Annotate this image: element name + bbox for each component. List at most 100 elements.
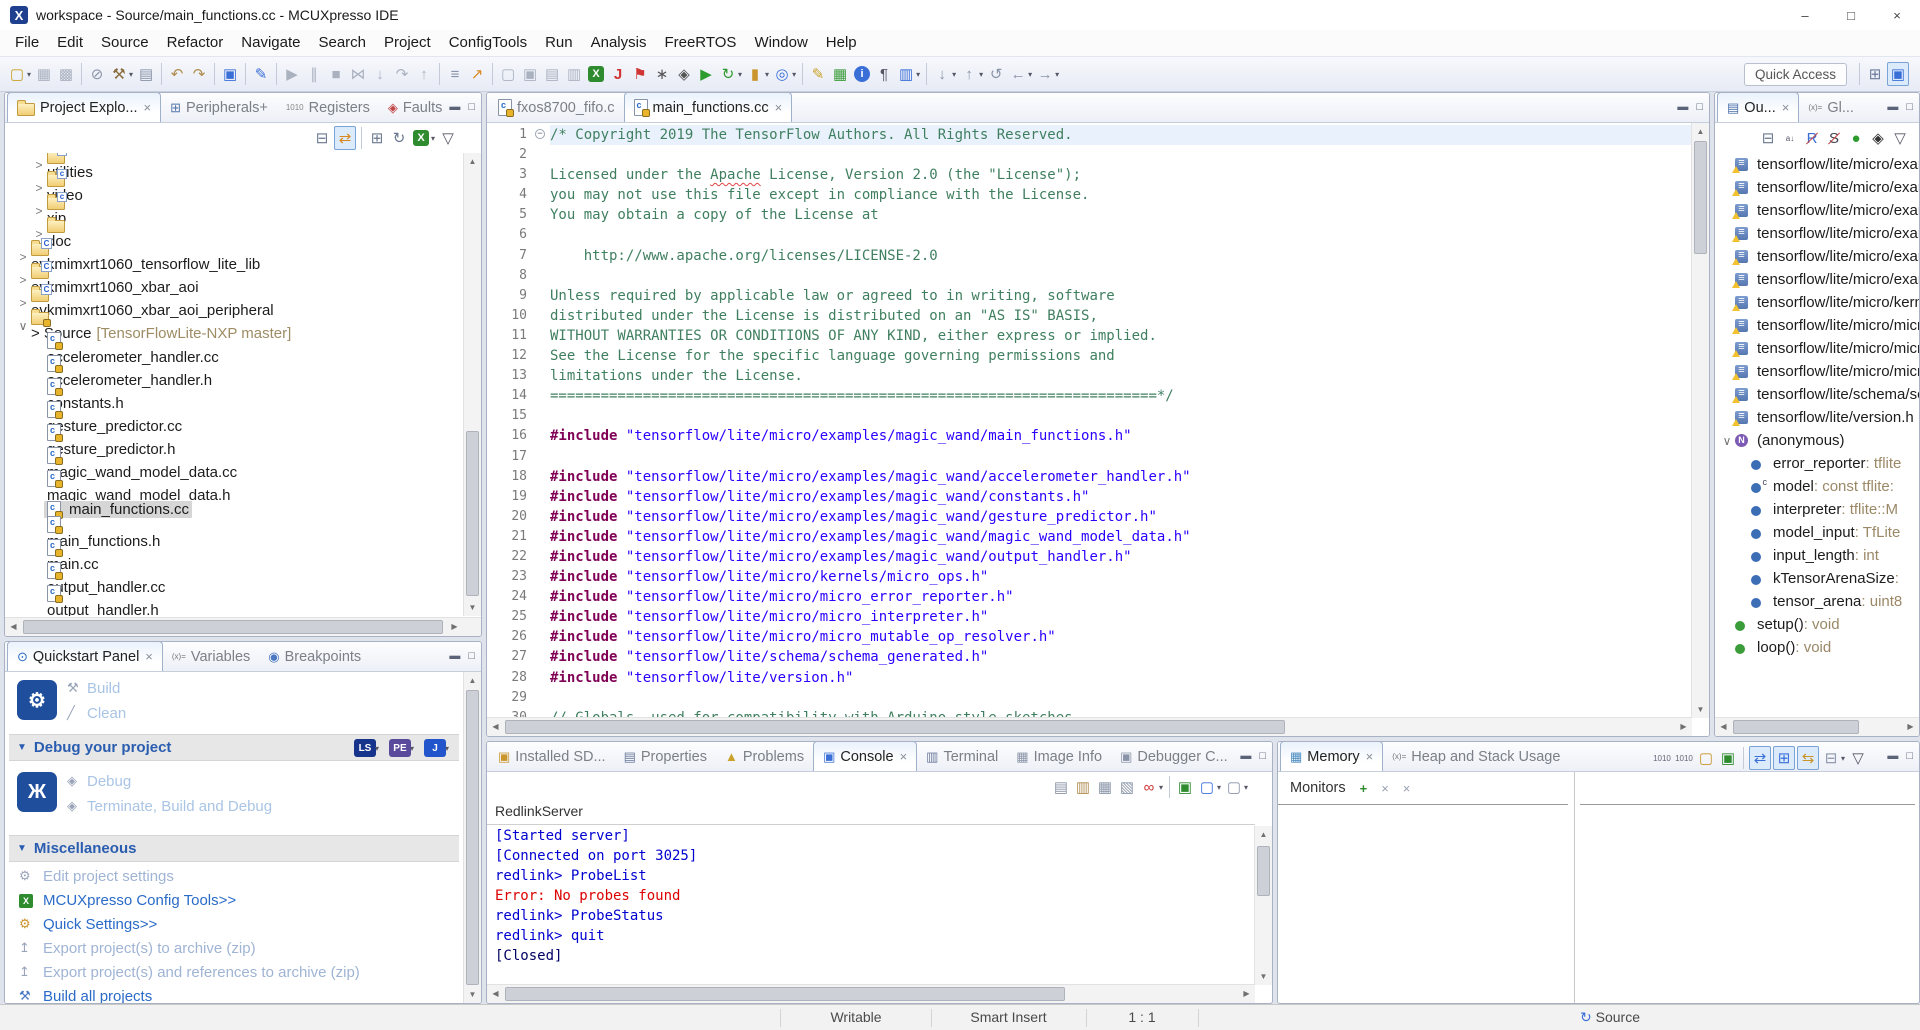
display-selected-icon[interactable]: ▣	[1175, 776, 1195, 798]
link-icon[interactable]: ▥	[564, 63, 584, 85]
menu-help[interactable]: Help	[817, 30, 866, 56]
close-tab-icon[interactable]: ×	[775, 100, 783, 115]
menu-file[interactable]: File	[6, 30, 48, 56]
outline-item-tensorflow-lite-micro-examples-magic-wand-output-handler-h[interactable]: tensorflow/lite/micro/examples/magic_wan…	[1715, 268, 1919, 291]
outline-item-tensorflow-lite-micro-examples-magic-wand-main-functions-h[interactable]: tensorflow/lite/micro/examples/magic_wan…	[1715, 153, 1919, 176]
menu-window[interactable]: Window	[745, 30, 816, 56]
outline-horizontal-scrollbar[interactable]: ◀ ▶	[1715, 717, 1919, 736]
close-tab-icon[interactable]: ×	[144, 100, 152, 115]
quickstart-item-quick-settings[interactable]: ⚙Quick Settings>>	[19, 913, 157, 935]
focus-view-icon[interactable]: ⊞	[367, 127, 387, 149]
instruction-stepping-icon[interactable]: ≡	[445, 63, 465, 85]
display-console-icon-dropdown[interactable]: ▾	[1217, 783, 1221, 792]
tab-gl[interactable]: (x)=Gl...	[1799, 93, 1863, 122]
close-tab-icon[interactable]: ×	[1782, 100, 1790, 115]
view-menu-icon[interactable]: ▽	[1848, 747, 1868, 769]
chevron-icon[interactable]: >	[31, 204, 47, 218]
tab-faults[interactable]: ◈Faults	[379, 93, 452, 122]
redo-icon[interactable]: ↷	[189, 63, 209, 85]
maximize-view-icon[interactable]: □	[468, 650, 475, 662]
layout-icon-dropdown[interactable]: ▾	[1841, 754, 1845, 763]
outline-item-tensorflow-lite-micro-micro-mutable-op-resolver-h[interactable]: tensorflow/lite/micro/micro_mutable_op_r…	[1715, 360, 1919, 383]
tab-peripherals[interactable]: ⊞Peripherals+	[161, 93, 277, 122]
tree-item-output-handler-h[interactable]: output_handler.h	[5, 590, 463, 613]
outline-item-tensorflow-lite-micro-kernels-micro-ops-h[interactable]: tensorflow/lite/micro/kernels/micro_ops.…	[1715, 291, 1919, 314]
link-monitors-icon[interactable]: ⇄	[1749, 746, 1771, 770]
menu-analysis[interactable]: Analysis	[582, 30, 656, 56]
search-icon[interactable]: ◎	[772, 63, 792, 85]
collapse-all-icon[interactable]: ⊟	[312, 127, 332, 149]
outline-item-error-reporter[interactable]: error_reporter : tflite	[1715, 452, 1919, 475]
minimize-view-icon[interactable]: ▬	[1887, 101, 1898, 113]
outline-item-setup[interactable]: setup() : void	[1715, 613, 1919, 636]
view-menu-icon[interactable]: ▽	[1890, 127, 1910, 149]
whitespace-icon[interactable]: ¶	[874, 63, 894, 85]
binary-icon[interactable]: ▤	[136, 63, 156, 85]
debug-section-header[interactable]: ▼ Debug your project LS▾PE▾J▾	[9, 734, 459, 761]
hide-non-public-icon[interactable]: ●	[1846, 127, 1866, 149]
forward-icon-dropdown[interactable]: ▾	[1055, 70, 1059, 79]
build-icon[interactable]: ⚒	[109, 63, 129, 85]
outline-item-ktensorarenasize[interactable]: kTensorArenaSize :	[1715, 567, 1919, 590]
terminate-icon[interactable]: ■	[326, 63, 346, 85]
copy-icon[interactable]: ▢	[498, 63, 518, 85]
gui-flash-icon[interactable]: ✎	[251, 63, 271, 85]
close-tab-icon[interactable]: ×	[900, 749, 908, 764]
probe-pe-button[interactable]: PE	[389, 739, 411, 757]
menu-source[interactable]: Source	[92, 30, 158, 56]
close-button[interactable]: ×	[1874, 0, 1920, 30]
outline-item-tensorflow-lite-schema-schema-generated-h[interactable]: tensorflow/lite/schema/schema_generated.…	[1715, 383, 1919, 406]
tab-heap-and-stack-usage[interactable]: (x)=Heap and Stack Usage	[1383, 742, 1569, 771]
chevron-icon[interactable]: >	[31, 181, 47, 195]
debug-big-icon[interactable]: Ж	[17, 772, 57, 812]
tab-project-explo[interactable]: Project Explo...×	[7, 92, 161, 122]
remove-launch-icon[interactable]: ▤	[1051, 776, 1071, 798]
close-tab-icon[interactable]: ×	[1366, 749, 1374, 764]
rtos-snow-icon[interactable]: ◈	[674, 63, 694, 85]
sort-icon[interactable]: a↓	[1780, 127, 1800, 149]
chevron-icon[interactable]: >	[15, 250, 31, 264]
export-memory-icon[interactable]: ▣	[1718, 747, 1738, 769]
back-icon-dropdown[interactable]: ▾	[1028, 70, 1032, 79]
project-tree[interactable]: >utilities>video>xip>doc>evkmimxrt1060_t…	[5, 153, 463, 616]
create-project-icon[interactable]: ⚙	[17, 680, 57, 720]
hide-static-icon[interactable]: S	[1824, 127, 1844, 149]
memory-split-divider[interactable]	[1574, 772, 1575, 1003]
tab-terminal[interactable]: ▥Terminal	[917, 742, 1007, 771]
pin-console-icon-dropdown[interactable]: ▾	[1159, 783, 1163, 792]
chevron-icon[interactable]: >	[15, 296, 31, 310]
link-sync-icon[interactable]: ⇆	[1797, 746, 1819, 770]
clear-console-icon[interactable]: ▦	[1095, 776, 1115, 798]
add-monitor-icon[interactable]: +	[1360, 781, 1368, 796]
maximize-view-icon[interactable]: □	[1696, 101, 1703, 113]
quickstart-item-export-project-s-and-references-to-archive-zip[interactable]: ↥Export project(s) and references to arc…	[19, 961, 360, 983]
editor-vertical-scrollbar[interactable]: ▲ ▼	[1691, 123, 1709, 718]
scroll-lock-icon[interactable]: ▧	[1117, 776, 1137, 798]
new-wizard-icon-dropdown[interactable]: ▾	[27, 70, 31, 79]
explorer-vertical-scrollbar[interactable]: ▲ ▼	[463, 153, 481, 616]
clone-icon[interactable]: ▤	[542, 63, 562, 85]
mark-occurrences-icon[interactable]: ✎	[808, 63, 828, 85]
sdk-console-icon[interactable]: ▣	[220, 63, 240, 85]
menu-refactor[interactable]: Refactor	[158, 30, 233, 56]
probe-ls-button[interactable]: LS	[354, 739, 376, 757]
paste-icon[interactable]: ▣	[520, 63, 540, 85]
tab-image-info[interactable]: ▦Image Info	[1007, 742, 1111, 771]
remove-all-monitors-icon[interactable]: ×	[1403, 781, 1411, 796]
tab-properties[interactable]: ▤Properties	[615, 742, 716, 771]
tab-ou[interactable]: ▤Ou...×	[1717, 92, 1799, 122]
quick-access-button[interactable]: Quick Access	[1744, 63, 1847, 86]
menu-search[interactable]: Search	[309, 30, 375, 56]
outline-item-model[interactable]: model : const tflite:	[1715, 475, 1919, 498]
back-icon[interactable]: ←	[1008, 63, 1028, 85]
block-select-icon-dropdown[interactable]: ▾	[916, 70, 920, 79]
outline-item-interpreter[interactable]: interpreter : tflite::M	[1715, 498, 1919, 521]
outline-item-tensorflow-lite-version-h[interactable]: tensorflow/lite/version.h	[1715, 406, 1919, 429]
menu-run[interactable]: Run	[536, 30, 582, 56]
hex-format2-icon[interactable]: 1010	[1674, 747, 1694, 769]
chevron-icon[interactable]: ∨	[1719, 434, 1735, 448]
clean-action[interactable]: ╱Clean	[67, 702, 126, 724]
quickstart-item-edit-project-settings[interactable]: ⚙Edit project settings	[19, 865, 174, 887]
tab-fxos8700-fifo-c[interactable]: fxos8700_fifo.c	[489, 93, 624, 122]
maximize-view-icon[interactable]: □	[1906, 101, 1913, 113]
